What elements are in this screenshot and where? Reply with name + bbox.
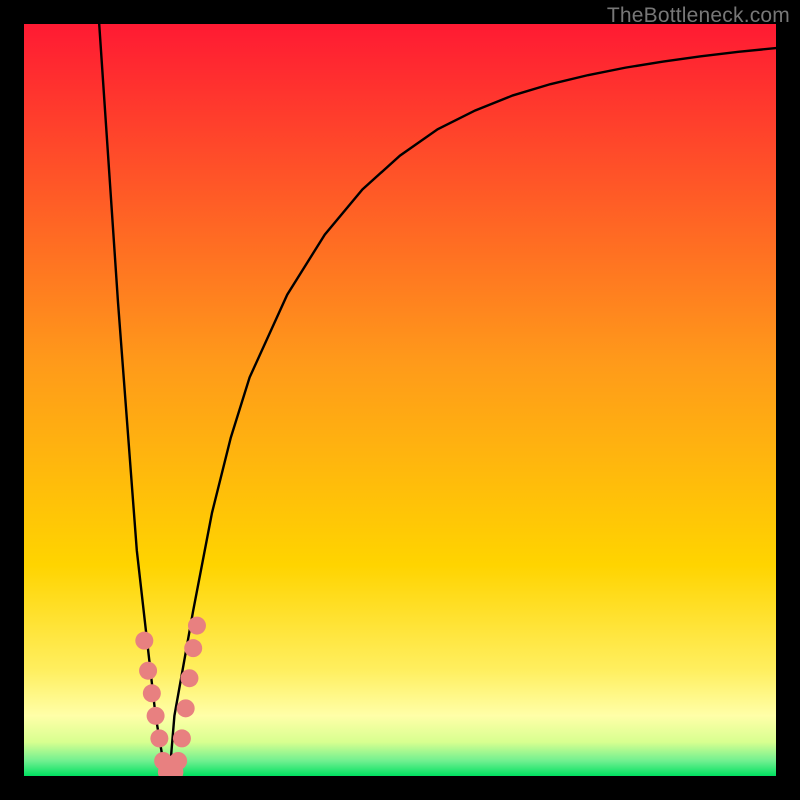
plot-area [24,24,776,776]
marker-dot [184,639,202,657]
marker-dot [180,669,198,687]
watermark-text: TheBottleneck.com [607,4,790,28]
chart-frame: TheBottleneck.com [0,0,800,800]
marker-dot [169,752,187,770]
marker-dot [135,632,153,650]
marker-dot [173,729,191,747]
marker-dot [188,617,206,635]
marker-dot [143,684,161,702]
chart-svg [24,24,776,776]
marker-dot [150,729,168,747]
bottleneck-curve [99,24,776,776]
marker-dot [139,662,157,680]
marker-dot [177,699,195,717]
marker-dot [147,707,165,725]
